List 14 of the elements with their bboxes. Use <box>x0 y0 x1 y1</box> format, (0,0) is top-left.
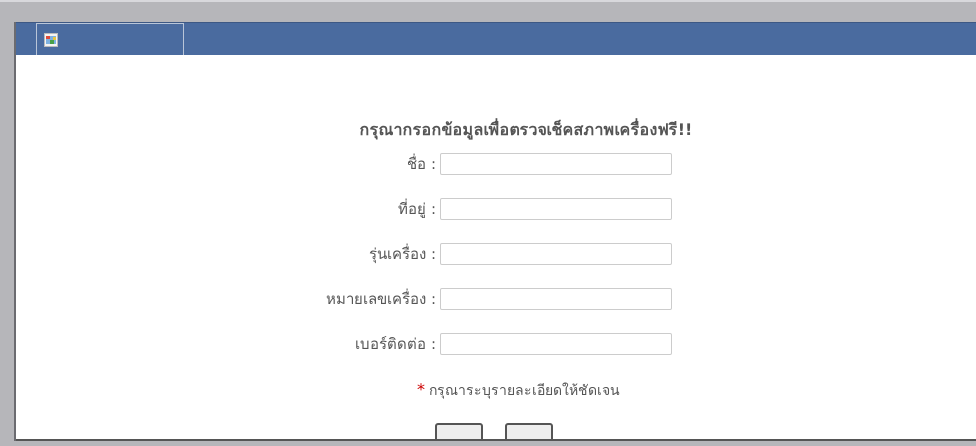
image-icon <box>44 32 58 46</box>
field-label: เบอร์ติดต่อ : <box>354 334 436 355</box>
field-label: ชื่อ : <box>406 153 436 175</box>
required-mark: * <box>417 380 425 399</box>
input-field[interactable] <box>440 153 672 175</box>
input-field[interactable] <box>440 198 672 220</box>
input-field[interactable] <box>440 288 672 310</box>
field-label: หมายเลขเครื่อง : <box>325 288 436 310</box>
field-label: รุ่นเครื่อง : <box>368 243 436 265</box>
form-title: กรุณากรอกข้อมูลเพื่อตรวจเช็คสภาพเครื่องฟรี!! <box>358 119 694 141</box>
note-text: กรุณาระบุรายละเอียดให้ชัดเจน <box>429 383 620 399</box>
field-label: ที่อยู่ : <box>397 198 436 220</box>
input-field[interactable] <box>440 333 672 355</box>
input-field[interactable] <box>440 243 672 265</box>
